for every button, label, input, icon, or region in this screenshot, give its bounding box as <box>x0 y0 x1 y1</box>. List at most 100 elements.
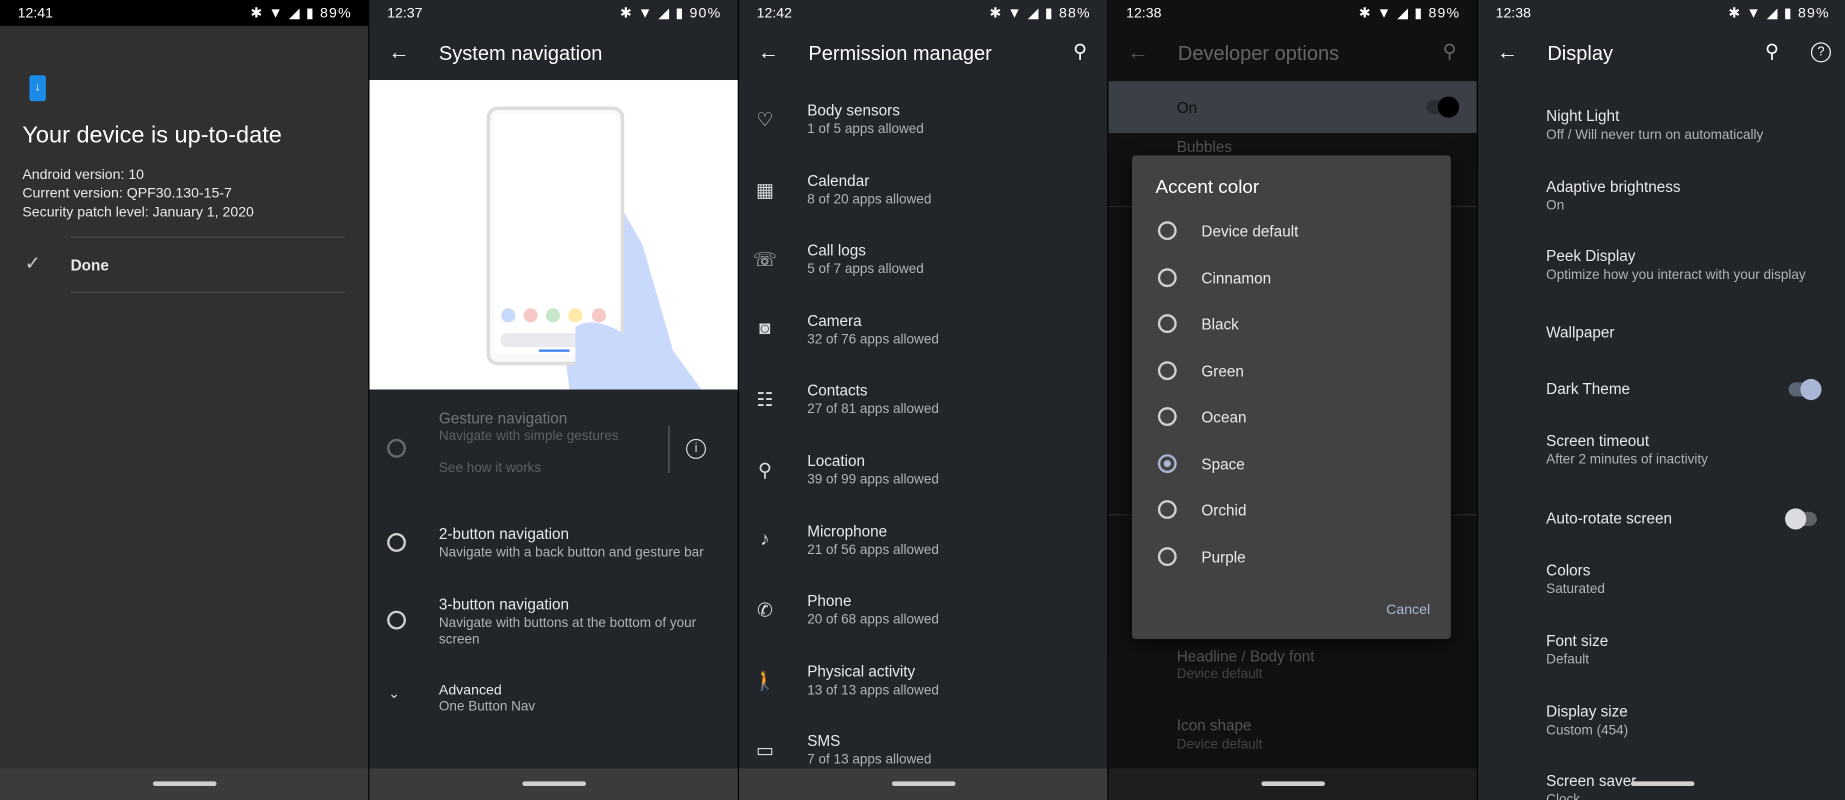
permission-subtitle: 7 of 13 apps allowed <box>807 753 932 768</box>
display-setting-item[interactable]: Dark Theme <box>1478 363 1845 423</box>
gesture-bar[interactable] <box>0 768 369 800</box>
divider <box>70 236 345 238</box>
permission-subtitle: 5 of 7 apps allowed <box>807 262 924 277</box>
permission-item[interactable]: ⚲ Location 39 of 99 apps allowed <box>739 445 1107 513</box>
gesture-navigation-option[interactable]: Gesture navigation Navigate with simple … <box>369 400 663 482</box>
setting-title: Font size <box>1546 631 1609 650</box>
cancel-button[interactable]: Cancel <box>1386 601 1430 617</box>
radio-button[interactable] <box>1157 314 1177 334</box>
setting-title: Night Light <box>1546 107 1620 125</box>
see-how-it-works-link[interactable]: See how it works <box>439 461 541 475</box>
gesture-bar[interactable] <box>1108 768 1477 800</box>
permission-title: Location <box>807 451 866 470</box>
permission-item[interactable]: ▦ Calendar 8 of 20 apps allowed <box>739 164 1107 232</box>
accent-option[interactable]: Purple <box>1132 540 1451 575</box>
search-icon[interactable]: ⚲ <box>1443 40 1457 64</box>
option-label: Ocean <box>1201 408 1247 426</box>
clock: 12:41 <box>17 4 53 22</box>
option-subtitle: Navigate with a back button and gesture … <box>438 545 704 561</box>
radio-button[interactable] <box>1157 360 1177 380</box>
setting-toggle[interactable] <box>1788 378 1822 400</box>
sms-icon: ▭ <box>755 741 774 762</box>
radio-button[interactable] <box>1157 221 1177 241</box>
display-setting-item[interactable]: Screen timeout After 2 minutes of inactiv… <box>1478 423 1845 493</box>
security-patch: Security patch level: January 1, 2020 <box>22 203 254 221</box>
three-button-radio[interactable] <box>387 610 406 630</box>
permission-item[interactable]: ☷ Contacts 27 of 81 apps allowed <box>739 375 1107 443</box>
gesture-bar[interactable] <box>738 768 1108 800</box>
permission-item[interactable]: ♡ Body sensors 1 of 5 apps allowed <box>739 94 1107 162</box>
permission-subtitle: 8 of 20 apps allowed <box>807 192 932 207</box>
display-setting-item[interactable]: Night Light Off / Will never turn on auto… <box>1478 99 1845 169</box>
permission-subtitle: 13 of 13 apps allowed <box>807 683 939 698</box>
accent-option[interactable]: Device default <box>1132 214 1451 249</box>
display-setting-item[interactable]: Font size Default <box>1478 624 1845 694</box>
icon-shape-value: Device default <box>1176 737 1263 752</box>
headline-font-title: Headline / Body font <box>1176 647 1315 665</box>
setting-subtitle: Optimize how you interact with your disp… <box>1546 268 1806 283</box>
permission-item[interactable]: ◙ Camera 32 of 76 apps allowed <box>739 305 1107 373</box>
android-version: Android version: 10 <box>22 165 145 183</box>
gesture-radio[interactable] <box>387 438 406 458</box>
search-icon[interactable]: ⚲ <box>1765 40 1779 64</box>
current-version: Current version: QPF30.130-15-7 <box>22 184 232 202</box>
accent-option[interactable]: Black <box>1132 307 1451 342</box>
setting-title: Colors <box>1546 561 1591 580</box>
accent-option[interactable]: Ocean <box>1132 400 1451 435</box>
microphone-icon: ♪ <box>760 529 770 550</box>
permission-item[interactable]: 🚶 Physical activity 13 of 13 apps allowed <box>739 655 1107 723</box>
accent-option[interactable]: Orchid <box>1132 493 1451 528</box>
location-icon: ⚲ <box>757 461 772 482</box>
developer-options-screen: 12:38 ✱ ▼ ◢ ▮ 89% ← Developer options ⚲ … <box>1108 0 1477 800</box>
permission-item[interactable]: ☏ Call logs 5 of 7 apps allowed <box>739 234 1107 302</box>
display-setting-item[interactable]: Display size Custom (454) <box>1478 694 1845 764</box>
accent-option[interactable]: Space <box>1132 447 1451 482</box>
permission-item[interactable]: ✆ Phone 20 of 68 apps allowed <box>739 585 1107 653</box>
back-arrow-icon[interactable]: ← <box>758 40 779 65</box>
radio-button[interactable] <box>1157 546 1177 566</box>
done-button[interactable]: ✓ Done <box>0 241 368 288</box>
radio-button[interactable] <box>1157 500 1177 519</box>
radio-button[interactable] <box>1157 453 1177 473</box>
display-setting-item[interactable]: Adaptive brightness On <box>1478 169 1845 239</box>
display-screen: 12:38 ✱ ▼ ◢ ▮ 89% ← Display ⚲ ? Night Li… <box>1477 0 1845 800</box>
display-setting-item[interactable]: Peek Display Optimize how you interact wi… <box>1478 239 1845 309</box>
info-icon[interactable]: i <box>686 438 707 459</box>
option-label: Cinnamon <box>1201 268 1272 287</box>
master-toggle[interactable] <box>1426 96 1460 118</box>
master-switch-row[interactable]: On <box>1108 81 1477 133</box>
accent-option[interactable]: Cinnamon <box>1132 261 1451 296</box>
accent-color-dialog: Accent color Device default Cinnamon Black… <box>1131 155 1451 639</box>
two-button-radio[interactable] <box>387 533 406 552</box>
vertical-divider <box>668 425 670 474</box>
radio-button[interactable] <box>1157 407 1177 426</box>
two-button-navigation-option[interactable]: 2-button navigation Navigate with a back… <box>369 518 737 577</box>
display-setting-item[interactable]: Colors Saturated <box>1478 554 1845 624</box>
advanced-option[interactable]: ⌄ Advanced One Button Nav <box>369 673 737 725</box>
radio-button[interactable] <box>1157 267 1177 287</box>
setting-title: Adaptive brightness <box>1546 177 1681 195</box>
three-button-navigation-option[interactable]: 3-button navigation Navigate with button… <box>369 588 737 654</box>
search-icon[interactable]: ⚲ <box>1073 40 1087 64</box>
permission-title: Body sensors <box>807 101 900 119</box>
walk-icon: 🚶 <box>753 671 777 692</box>
option-label: Orchid <box>1201 501 1247 519</box>
permission-item[interactable]: ♪ Microphone 21 of 56 apps allowed <box>739 515 1107 583</box>
display-setting-item[interactable]: Auto-rotate screen <box>1478 493 1845 553</box>
option-title: Gesture navigation <box>438 409 568 428</box>
gesture-bar[interactable] <box>1478 768 1845 800</box>
page-title: Display <box>1547 42 1613 65</box>
help-icon[interactable]: ? <box>1810 42 1831 63</box>
setting-toggle[interactable] <box>1785 508 1817 530</box>
back-arrow-icon[interactable]: ← <box>1497 40 1518 65</box>
display-setting-item[interactable]: Wallpaper <box>1478 309 1845 363</box>
option-label: Device default <box>1201 222 1299 241</box>
setting-title: Screen timeout <box>1546 431 1650 450</box>
page-title: System navigation <box>438 42 603 65</box>
setting-subtitle: On <box>1546 198 1565 213</box>
clock: 12:37 <box>387 4 423 22</box>
gesture-bar[interactable] <box>369 768 738 800</box>
back-arrow-icon[interactable]: ← <box>388 40 409 65</box>
accent-option[interactable]: Green <box>1132 354 1451 389</box>
back-arrow-icon[interactable]: ← <box>1127 40 1148 65</box>
